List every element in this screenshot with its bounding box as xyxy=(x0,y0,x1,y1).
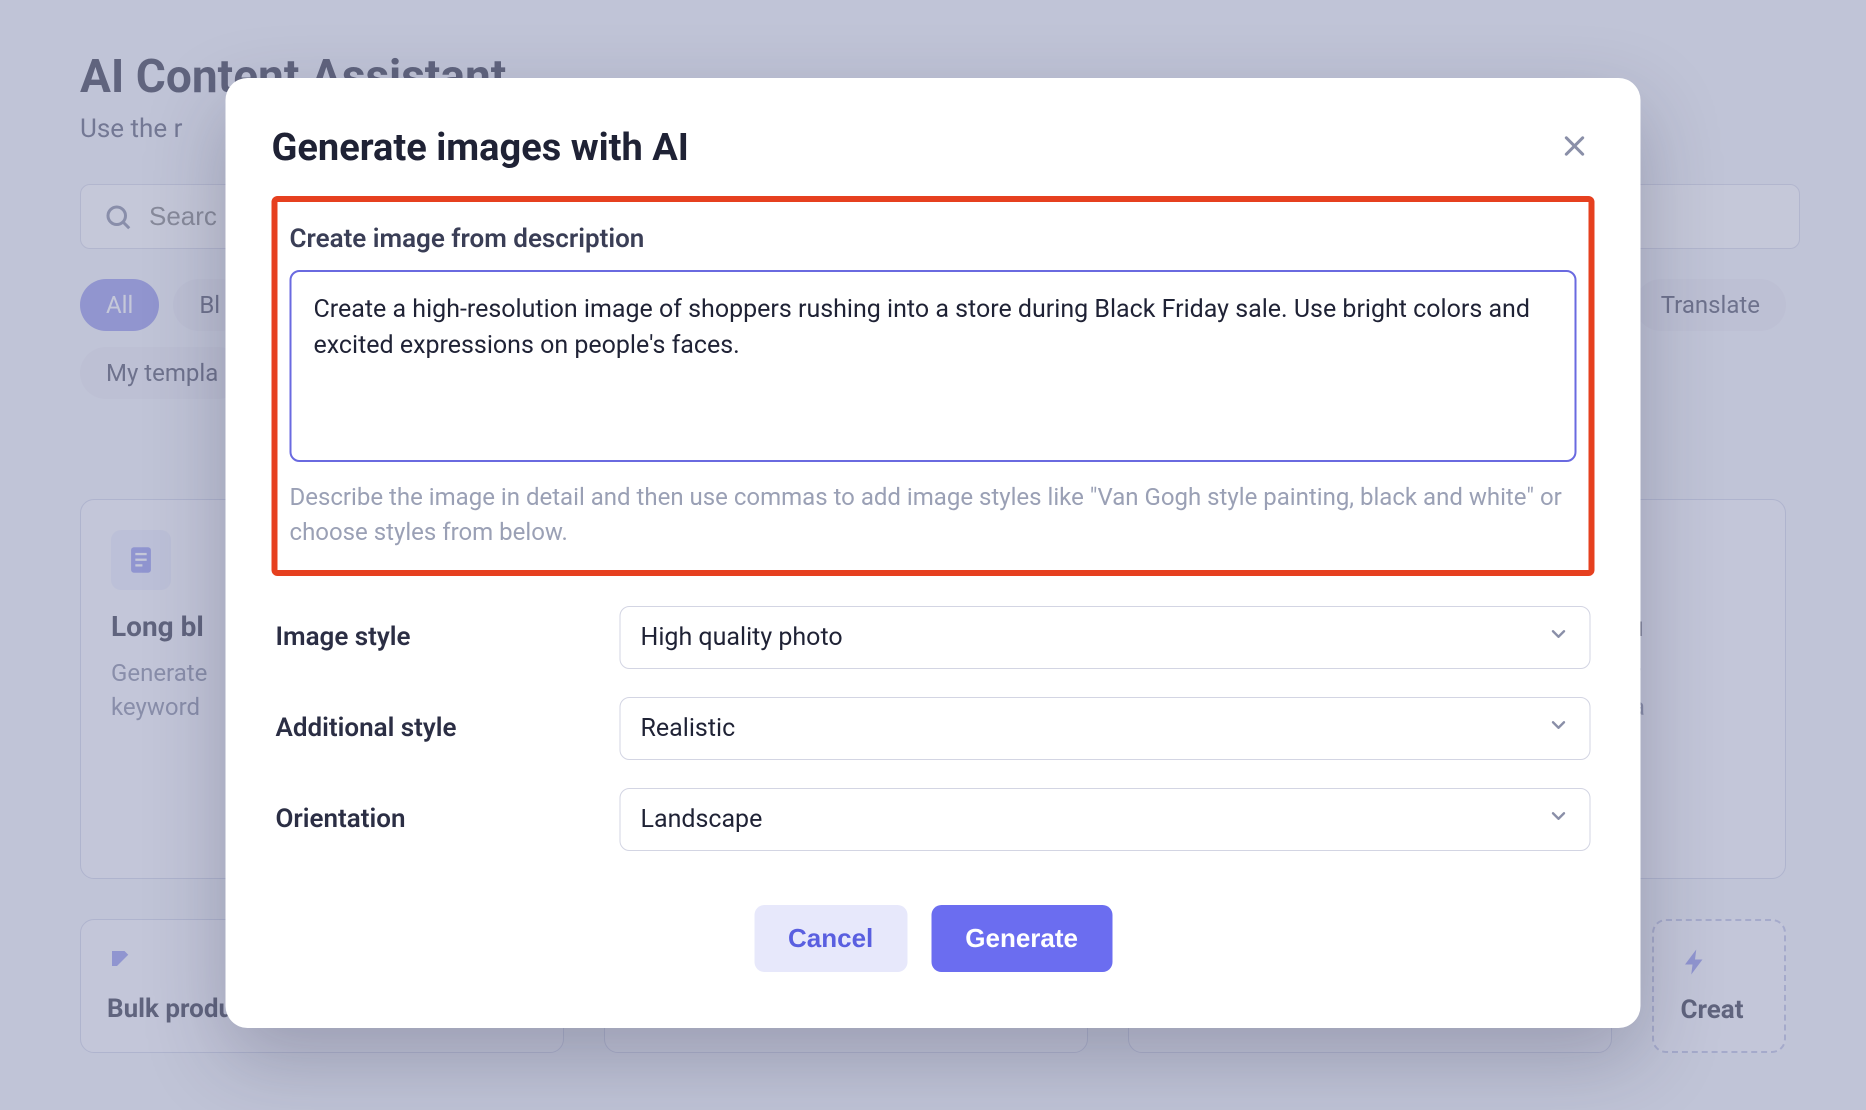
cancel-button[interactable]: Cancel xyxy=(754,905,907,972)
description-section-highlight: Create image from description Describe t… xyxy=(272,196,1595,576)
additional-style-label: Additional style xyxy=(276,713,620,743)
chevron-down-icon xyxy=(1548,714,1570,743)
orientation-value: Landscape xyxy=(641,805,763,834)
close-button[interactable] xyxy=(1555,126,1595,166)
image-style-select[interactable]: High quality photo xyxy=(620,606,1591,669)
modal-title: Generate images with AI xyxy=(272,126,689,170)
image-style-label: Image style xyxy=(276,622,620,652)
chevron-down-icon xyxy=(1548,805,1570,834)
image-style-value: High quality photo xyxy=(641,623,843,652)
orientation-select[interactable]: Landscape xyxy=(620,788,1591,851)
close-icon xyxy=(1561,132,1589,160)
description-label: Create image from description xyxy=(290,224,1577,254)
additional-style-value: Realistic xyxy=(641,714,736,743)
description-hint: Describe the image in detail and then us… xyxy=(290,480,1577,550)
orientation-label: Orientation xyxy=(276,804,620,834)
generate-images-modal: Generate images with AI Create image fro… xyxy=(226,78,1641,1028)
additional-style-select[interactable]: Realistic xyxy=(620,697,1591,760)
chevron-down-icon xyxy=(1548,623,1570,652)
generate-button[interactable]: Generate xyxy=(931,905,1112,972)
image-description-input[interactable] xyxy=(290,270,1577,462)
